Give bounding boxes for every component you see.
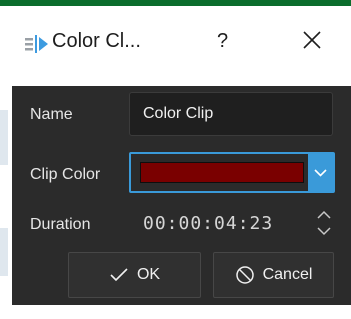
cancel-label: Cancel: [262, 266, 313, 283]
window-bottom-edge: [12, 305, 351, 319]
duration-spinner[interactable]: [315, 206, 333, 240]
name-input[interactable]: [129, 92, 333, 136]
dropdown-arrow[interactable]: [308, 154, 333, 191]
chevron-down-icon: [317, 227, 331, 236]
chevron-up-icon: [317, 210, 331, 219]
cancel-circle-icon: [235, 266, 254, 284]
ok-button[interactable]: OK: [68, 252, 201, 298]
duration-label: Duration: [30, 216, 91, 233]
ok-label: OK: [136, 266, 161, 283]
clip-arrow-icon: [25, 35, 48, 53]
clip-color-dropdown[interactable]: [129, 152, 335, 193]
clip-color-label: Clip Color: [30, 166, 101, 183]
color-clip-dialog: Name Clip Color Duration 00:00:04:23 OK …: [12, 86, 351, 305]
background-app-edge: [0, 110, 8, 165]
checkmark-icon: [110, 268, 128, 282]
duration-field[interactable]: 00:00:04:23: [143, 213, 273, 234]
title-bar[interactable]: Color Cl... ?: [12, 6, 351, 86]
background-app-edge: [0, 228, 8, 276]
chevron-down-icon: [314, 169, 327, 177]
name-label: Name: [30, 106, 73, 123]
close-icon[interactable]: [298, 26, 326, 54]
window-title: Color Cl...: [52, 30, 141, 52]
help-button[interactable]: ?: [217, 30, 228, 53]
clip-color-swatch: [140, 162, 304, 183]
cancel-button[interactable]: Cancel: [213, 252, 334, 298]
